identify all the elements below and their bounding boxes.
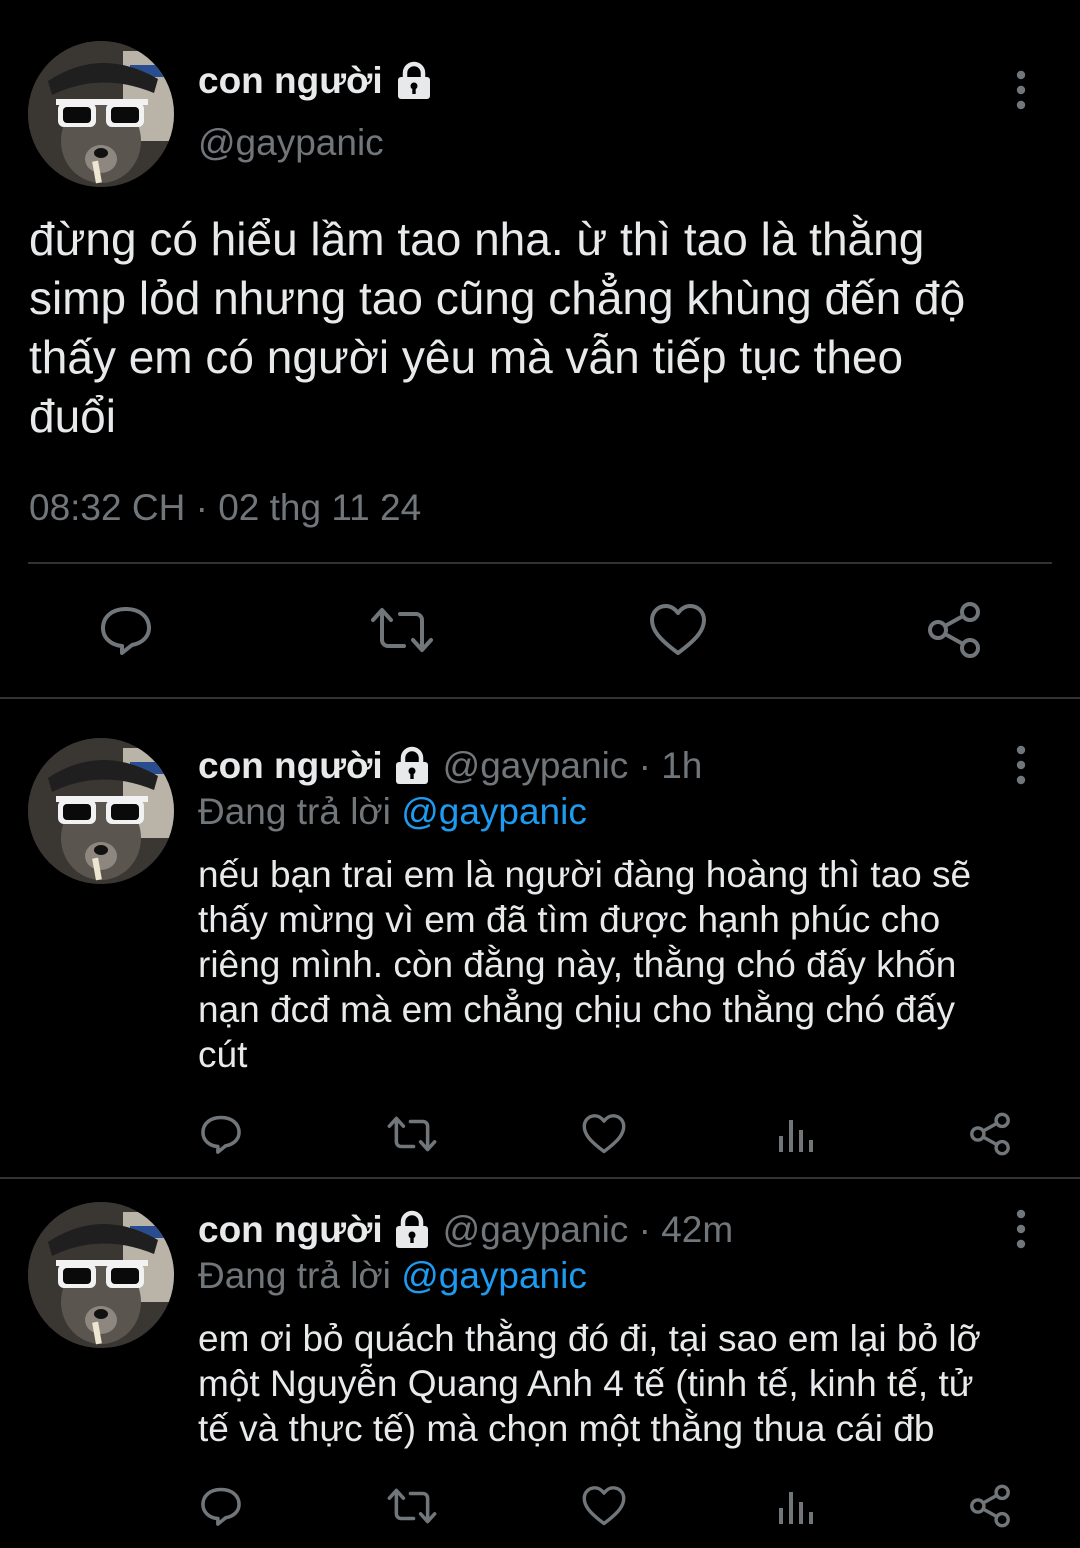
author-name-row[interactable]: con người xyxy=(198,60,433,102)
more-vertical-icon[interactable] xyxy=(1014,70,1028,110)
dot-separator: · xyxy=(628,1209,662,1250)
share-icon[interactable] xyxy=(966,1483,1014,1529)
tweet-text: đừng có hiểu lầm tao nha. ừ thì tao là t… xyxy=(29,213,966,442)
author-name[interactable]: con người xyxy=(198,745,383,787)
raccoon-avatar-icon xyxy=(28,1202,174,1348)
author-name[interactable]: con người xyxy=(198,1209,383,1251)
tweet-text: em ơi bỏ quách thằng đó đi, tại sao em l… xyxy=(198,1318,981,1449)
main-tweet: con người @gaypanic đừng có hiểu lầm tao… xyxy=(0,0,1080,698)
reply-icon[interactable] xyxy=(96,600,156,660)
reply-tweet[interactable]: con người @gaypanic · 42m Đang trả lời @… xyxy=(0,1179,1080,1548)
analytics-icon[interactable] xyxy=(774,1111,818,1157)
reply-icon[interactable] xyxy=(196,1483,246,1529)
author-name[interactable]: con người xyxy=(198,60,383,102)
replying-to: Đang trả lời @gaypanic xyxy=(198,1255,587,1297)
lock-icon xyxy=(393,746,431,786)
time-ago[interactable]: 1h xyxy=(661,745,702,787)
avatar[interactable] xyxy=(28,1202,174,1348)
lock-icon xyxy=(393,1210,431,1250)
reply-icon[interactable] xyxy=(196,1111,246,1157)
share-icon[interactable] xyxy=(924,600,984,660)
more-vertical-icon[interactable] xyxy=(1014,1209,1028,1249)
author-handle[interactable]: @gaypanic xyxy=(443,1209,629,1251)
replying-label: Đang trả lời xyxy=(198,791,391,832)
raccoon-avatar-icon xyxy=(28,738,174,884)
heart-icon[interactable] xyxy=(648,600,708,660)
avatar[interactable] xyxy=(28,738,174,884)
replying-label: Đang trả lời xyxy=(198,1255,391,1296)
avatar[interactable] xyxy=(28,41,174,187)
raccoon-avatar-icon xyxy=(28,41,174,187)
lock-icon xyxy=(395,61,433,101)
analytics-icon[interactable] xyxy=(774,1483,818,1529)
tweet-timestamp[interactable]: 08:32 CH · 02 thg 11 24 xyxy=(29,487,421,529)
author-handle[interactable]: @gaypanic xyxy=(443,745,629,787)
retweet-icon[interactable] xyxy=(386,1111,438,1157)
more-vertical-icon[interactable] xyxy=(1014,745,1028,785)
heart-icon[interactable] xyxy=(580,1483,628,1529)
reply-tweet[interactable]: con người @gaypanic · 1h Đang trả lời @g… xyxy=(0,699,1080,1177)
share-icon[interactable] xyxy=(966,1111,1014,1157)
reply-header: con người @gaypanic · 1h xyxy=(198,745,702,787)
separator xyxy=(28,562,1052,564)
mention-link[interactable]: @gaypanic xyxy=(401,1255,587,1296)
tweet-text: nếu bạn trai em là người đàng hoàng thì … xyxy=(198,854,972,1075)
mention-link[interactable]: @gaypanic xyxy=(401,791,587,832)
author-handle[interactable]: @gaypanic xyxy=(198,122,384,164)
heart-icon[interactable] xyxy=(580,1111,628,1157)
retweet-icon[interactable] xyxy=(370,600,434,660)
reply-header: con người @gaypanic · 42m xyxy=(198,1209,733,1251)
time-ago[interactable]: 42m xyxy=(661,1209,733,1251)
retweet-icon[interactable] xyxy=(386,1483,438,1529)
dot-separator: · xyxy=(628,745,662,786)
replying-to: Đang trả lời @gaypanic xyxy=(198,791,587,833)
